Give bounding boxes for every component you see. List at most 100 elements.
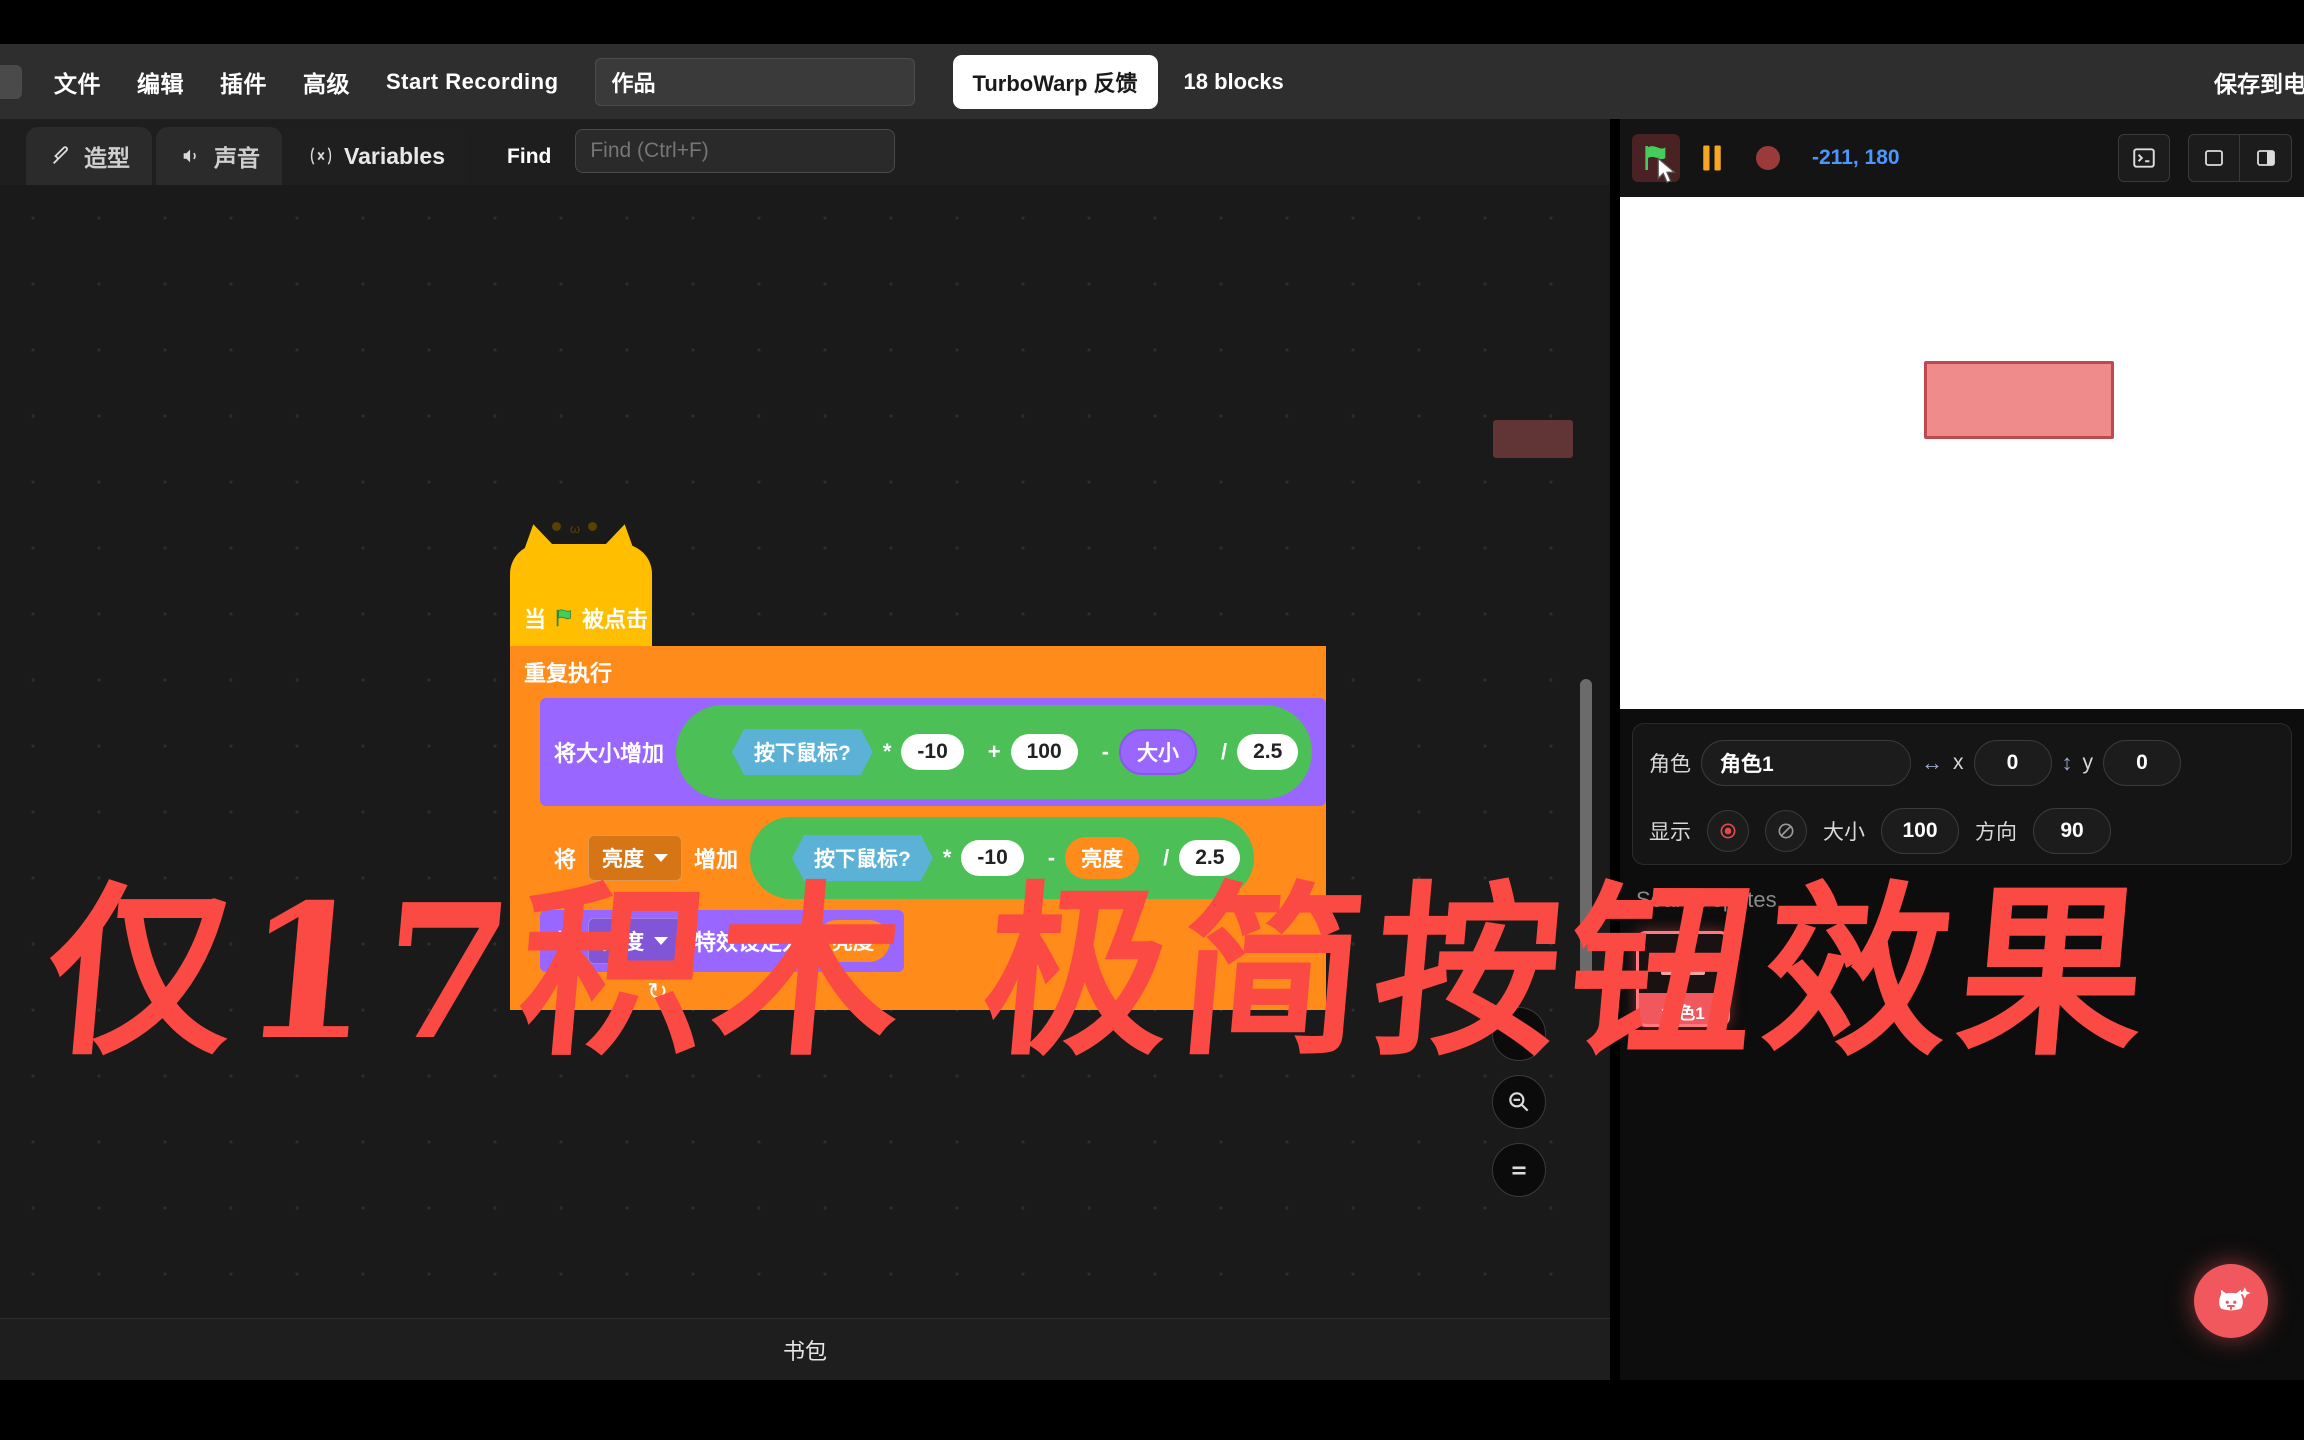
forever-label: 重复执行 [524, 661, 613, 686]
operator-add[interactable]: 按下鼠标? * -10 + 100 [704, 717, 1092, 787]
stage-column: -211, 180 角色 角色1 ↔ x 0 ↕ y 0 显示 大小 100 方… [1620, 119, 2304, 1380]
multiply-symbol: * [882, 739, 892, 764]
main-area: 造型 声音 Variables Find Find (Ctrl+F) ω 当 被… [0, 119, 2304, 1415]
zoom-out-button[interactable] [1492, 1075, 1546, 1129]
large-stage-icon[interactable] [2240, 134, 2292, 182]
effect-dropdown-brightness[interactable]: 亮度 [588, 918, 683, 964]
number-input-neg10-2[interactable]: -10 [961, 840, 1024, 876]
hat-block-body: 当 被点击 [510, 590, 652, 646]
cat-nose-icon: ω [570, 521, 581, 536]
tab-sounds-label: 声音 [214, 145, 260, 171]
multiply-symbol-2: * [942, 845, 952, 870]
stop-button[interactable] [1744, 134, 1792, 182]
change-var-suffix-label: 增加 [694, 847, 739, 872]
variable-dropdown-brightness[interactable]: 亮度 [588, 835, 683, 881]
direction-label: 方向 [1975, 821, 2017, 844]
variable-brightness-reporter[interactable]: 亮度 [1065, 837, 1140, 879]
sprite-info-panel: 角色 角色1 ↔ x 0 ↕ y 0 显示 大小 100 方向 90 [1632, 723, 2292, 865]
pause-button[interactable] [1688, 134, 1736, 182]
y-input[interactable]: 0 [2103, 740, 2181, 786]
looks-change-size-block[interactable]: 将大小增加 按下鼠标? * -10 + 100 - 大小 / 2.5 [540, 698, 1327, 806]
sprite-thumbnail [1639, 934, 1727, 993]
tab-sounds[interactable]: 声音 [156, 127, 282, 185]
paintbrush-icon [48, 143, 74, 169]
sensing-mouse-down-reporter-2[interactable]: 按下鼠标? [792, 835, 933, 881]
sensing-mouse-down-reporter[interactable]: 按下鼠标? [732, 729, 873, 775]
canvas-vertical-scrollbar[interactable] [1580, 679, 1592, 989]
set-effect-prefix-label: 将 [554, 930, 577, 955]
stage-canvas[interactable] [1620, 197, 2304, 709]
tab-variables-label: Variables [344, 142, 446, 169]
hat-block-when-flag-clicked[interactable]: ω 当 被点击 [510, 520, 652, 646]
small-stage-icon[interactable] [2188, 134, 2240, 182]
script-stack[interactable]: ω 当 被点击 重复执行 将大小增加 按下鼠标? * -10 + 100 - 大… [510, 520, 1327, 1010]
variable-brightness-reporter-2[interactable]: 亮度 [816, 920, 891, 962]
backpack-label: 书包 [782, 1338, 827, 1364]
looks-set-effect-block[interactable]: 将 亮度 特效设定为 亮度 [540, 910, 905, 972]
stage-size-buttons [2188, 134, 2292, 182]
editor-tabbar: 造型 声音 Variables Find Find (Ctrl+F) [0, 119, 1610, 185]
forever-left-arm [510, 698, 540, 976]
x-input[interactable]: 0 [1973, 740, 2052, 786]
letterbox-top [0, 0, 2304, 44]
menu-edit[interactable]: 编辑 [119, 65, 202, 99]
looks-size-reporter[interactable]: 大小 [1119, 729, 1197, 775]
menu-file[interactable]: 文件 [36, 65, 119, 99]
sprite-tile[interactable]: 角色1 [1636, 931, 1730, 1027]
letterbox-bottom [0, 1380, 2304, 1440]
operator-multiply-2[interactable]: 按下鼠标? * -10 [778, 829, 1038, 887]
show-label: 显示 [1649, 821, 1691, 844]
green-flag-button[interactable] [1632, 134, 1680, 184]
direction-input[interactable]: 90 [2033, 808, 2111, 854]
forever-bottom-arm: ↻ [510, 976, 684, 1010]
change-size-label: 将大小增加 [554, 741, 665, 766]
stage-sprite-rectangle[interactable] [1924, 361, 2114, 439]
menu-start-recording[interactable]: Start Recording [368, 69, 577, 95]
forever-inner: 将大小增加 按下鼠标? * -10 + 100 - 大小 / 2.5 将 亮度 … [510, 698, 1327, 976]
project-title-input[interactable]: 作品 [594, 57, 915, 106]
control-forever-block[interactable]: 重复执行 将大小增加 按下鼠标? * -10 + 100 - 大小 / 2.5 … [510, 646, 1327, 1010]
number-input-100[interactable]: 100 [1010, 734, 1078, 770]
change-variable-block[interactable]: 将 亮度 增加 按下鼠标? * -10 - 亮度 / 2.5 [540, 810, 1269, 906]
menu-addons[interactable]: 插件 [202, 65, 285, 99]
code-canvas[interactable]: ω 当 被点击 重复执行 将大小增加 按下鼠标? * -10 + 100 - 大… [0, 185, 1610, 1415]
zoom-controls [1492, 1007, 1546, 1197]
forever-substack[interactable]: 将大小增加 按下鼠标? * -10 + 100 - 大小 / 2.5 将 亮度 … [540, 698, 1327, 976]
mouse-coordinates-label: -211, 180 [1812, 146, 1900, 169]
show-hidden-button[interactable] [1765, 810, 1807, 852]
operator-subtract[interactable]: 按下鼠标? * -10 + 100 - 大小 [690, 711, 1211, 793]
operator-multiply[interactable]: 按下鼠标? * -10 [718, 723, 978, 781]
cat-eye-left-icon [552, 522, 561, 531]
turbowarp-feedback-button[interactable]: TurboWarp 反馈 [952, 54, 1158, 109]
find-input[interactable] [575, 129, 896, 173]
tab-costumes[interactable]: 造型 [26, 127, 152, 185]
sprite-name-input[interactable]: 角色1 [1701, 740, 1911, 786]
show-visible-button[interactable] [1707, 810, 1749, 852]
number-input-2point5-2[interactable]: 2.5 [1179, 840, 1241, 876]
stage-controls-bar: -211, 180 [1620, 119, 2304, 197]
operator-subtract-2[interactable]: 按下鼠标? * -10 - 亮度 [764, 823, 1154, 893]
size-label: 大小 [1823, 821, 1865, 844]
variable-dropdown-value: 亮度 [602, 848, 645, 871]
tab-variables[interactable]: Variables [286, 127, 468, 185]
save-to-computer-button[interactable]: 保存到电 [2214, 65, 2304, 99]
terminal-icon[interactable] [2118, 134, 2170, 182]
sprite-search-input[interactable]: Search sprites [1636, 887, 2288, 913]
menu-advanced[interactable]: 高级 [285, 65, 368, 99]
app-root: 文件 编辑 插件 高级 Start Recording 作品 TurboWarp… [0, 0, 2304, 1440]
backpack-bar[interactable]: 书包 [0, 1318, 1610, 1380]
zoom-in-button[interactable] [1492, 1007, 1546, 1061]
cat-eye-right-icon [588, 522, 597, 531]
tab-costumes-label: 造型 [84, 145, 130, 171]
loop-arrow-icon: ↻ [647, 978, 668, 1006]
size-input[interactable]: 100 [1881, 808, 1959, 854]
sprite-tile-label: 角色1 [1661, 1004, 1705, 1023]
number-input-neg10[interactable]: -10 [901, 734, 964, 770]
vertical-arrows-icon: ↕ [2061, 750, 2073, 775]
y-label: y [2082, 751, 2094, 774]
zoom-reset-button[interactable] [1492, 1143, 1546, 1197]
operator-divide-outer-2[interactable]: 按下鼠标? * -10 - 亮度 / 2.5 [750, 817, 1255, 899]
number-input-2point5[interactable]: 2.5 [1237, 734, 1299, 770]
cat-sparkle-icon[interactable] [2194, 1264, 2268, 1338]
operator-divide-outer[interactable]: 按下鼠标? * -10 + 100 - 大小 / 2.5 [676, 705, 1313, 799]
